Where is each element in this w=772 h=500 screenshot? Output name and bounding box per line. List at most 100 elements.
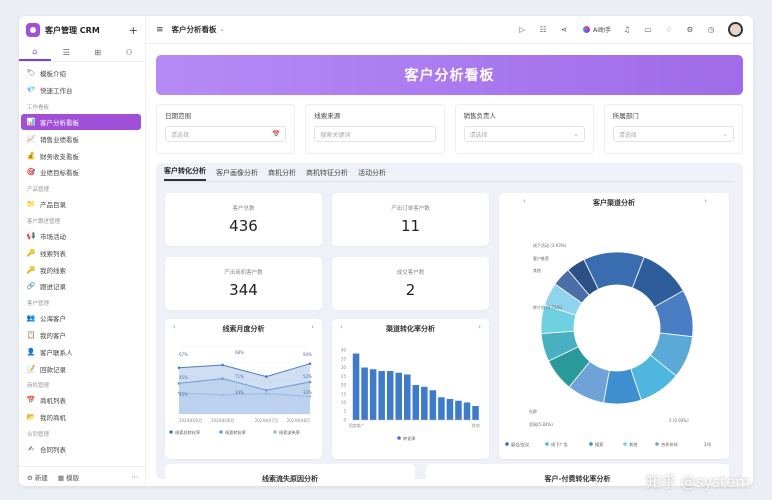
sidebar-item[interactable]: 📝 回款记录: [19, 360, 145, 377]
calendar-icon: 📅: [272, 130, 281, 138]
y-tick-label: 5: [343, 409, 346, 414]
sidebar-item[interactable]: 📁 产品目录: [19, 196, 145, 213]
sidebar-item[interactable]: 👥 公海客户: [19, 310, 145, 327]
next-arrow-icon[interactable]: ›: [311, 323, 314, 331]
tab-opportunity[interactable]: 商机分析: [268, 168, 296, 181]
new-button[interactable]: ⚙ 新建: [27, 472, 48, 482]
data-label: 33%: [303, 390, 312, 395]
menu-icon[interactable]: ≡: [156, 25, 164, 35]
bar: [386, 371, 394, 420]
home-icon[interactable]: ⌂: [19, 44, 51, 61]
data-label: 34%: [235, 390, 244, 395]
analysis-tabs: 客户转化分析 客户画像分析 商机分析 商机特征分析 活动分析: [164, 163, 735, 182]
list-icon[interactable]: ☰: [51, 44, 83, 61]
list-icon[interactable]: ☷: [538, 25, 548, 34]
data-label: 68%: [235, 350, 244, 355]
filter-sales-owner: 销售负责人 请选择 ⌄: [454, 104, 594, 154]
y-tick-label: 10: [341, 400, 347, 405]
tab-profile[interactable]: 客户画像分析: [216, 168, 258, 181]
sidebar-item-icon: 💎: [26, 86, 36, 95]
sidebar-item[interactable]: 📂 我的商机: [19, 409, 145, 426]
filter-label: 日期范围: [165, 112, 191, 120]
stat-value: 2: [405, 281, 416, 299]
grid-icon[interactable]: ⊞: [82, 44, 114, 61]
data-point: [265, 388, 268, 392]
legend-pagination: 1/4: [704, 442, 711, 448]
prev-arrow-icon[interactable]: ‹: [173, 323, 176, 331]
settings-icon[interactable]: ⚙: [685, 25, 695, 34]
sidebar-item-label: 回款记录: [40, 365, 66, 374]
sidebar-item[interactable]: 🔗 跟进记录: [19, 278, 145, 295]
legend-marker: [505, 442, 509, 446]
slice-annotation: 官网(5.83%): [529, 421, 553, 427]
prev-arrow-icon[interactable]: ‹: [340, 323, 343, 331]
sales-owner-select[interactable]: 请选择 ⌄: [463, 126, 585, 142]
sidebar-item[interactable]: ✍ 合同列表: [19, 441, 145, 458]
sidebar-item[interactable]: 🎯 业绩目标看板: [19, 164, 145, 181]
sidebar-item[interactable]: 💎 快速工作台: [19, 82, 145, 99]
legend-label: 展会/会议: [511, 441, 530, 448]
sidebar-item[interactable]: 📅 商机列表: [19, 392, 145, 409]
play-icon[interactable]: ▷: [517, 25, 527, 34]
x-tick-label: 2024年06月: [211, 417, 234, 423]
sidebar-item[interactable]: 📈 销售业绩看板: [19, 130, 145, 147]
x-tick-label: 2024年05月: [179, 417, 202, 423]
sidebar-item[interactable]: 📢 市场活动: [19, 228, 145, 245]
main-content: 客户分析看板 日期范围 请选择 📅 线索来源 搜索关键词 销售负责人 请选择 ⌄ 所…: [146, 44, 753, 486]
bell-icon[interactable]: ♢: [664, 25, 674, 34]
sidebar: 客户管理 CRM + ⌂ ☰ ⊞ ⚇ 🏷 模板介绍 💎 快速工作台 工作看板 📊 客户分析看…: [19, 16, 146, 486]
lead-source-input[interactable]: 搜索关键词: [314, 126, 436, 142]
stat-label: 产出商机客户数: [224, 270, 263, 276]
ai-assistant-button[interactable]: AI助手: [583, 25, 611, 34]
legend-marker: [273, 430, 277, 434]
tab-opportunity-features[interactable]: 商机特征分析: [306, 168, 348, 181]
y-tick-label: 15: [341, 391, 347, 396]
legend-marker: [545, 442, 549, 446]
bar: [395, 372, 402, 420]
slice-annotation: 社群: [529, 408, 537, 414]
more-icon[interactable]: ⋯: [132, 473, 139, 481]
headset-icon[interactable]: ♫: [622, 25, 632, 34]
avatar[interactable]: [728, 22, 743, 37]
prev-arrow-icon[interactable]: ‹: [523, 197, 526, 205]
app-name: 客户管理 CRM: [45, 25, 100, 35]
inbox-icon[interactable]: ▭: [643, 25, 653, 34]
sidebar-item-label: 快速工作台: [40, 87, 73, 96]
sidebar-item[interactable]: 🔑 线索列表: [19, 244, 145, 261]
users-icon[interactable]: ⚇: [114, 44, 146, 61]
bar-chart-card: ‹ › 渠道转化率分析 40 35 30 25 20 15 10 5 0 百度推广 其他 转化率: [332, 319, 489, 459]
legend-marker: [655, 442, 659, 446]
next-arrow-icon[interactable]: ›: [478, 323, 481, 331]
tab-activity[interactable]: 活动分析: [358, 168, 386, 181]
y-tick-label: 35: [341, 356, 347, 361]
data-point: [308, 362, 312, 365]
clock-icon[interactable]: ◷: [706, 25, 716, 34]
tab-conversion[interactable]: 客户转化分析: [164, 166, 206, 181]
department-select[interactable]: 请选择 ⌄: [612, 126, 734, 142]
template-button[interactable]: ▦ 模版: [58, 472, 79, 482]
sidebar-tabs: ⌂ ☰ ⊞ ⚇: [19, 44, 145, 62]
next-arrow-icon[interactable]: ›: [704, 197, 707, 205]
slice-annotation: 其他: [533, 267, 541, 273]
share-icon[interactable]: ⋖: [559, 25, 569, 34]
legend-label: 转化率: [403, 435, 416, 442]
line-chart-card: ‹ › 线索月度分析 67% 68% 94% 45% 71% 52% 35% 34% 33% 20…: [165, 319, 322, 459]
slice-annotation: 客户推荐: [533, 255, 549, 261]
sidebar-item[interactable]: 📊 客户分析看板: [21, 113, 141, 131]
chevron-down-icon[interactable]: ⌄: [220, 26, 225, 33]
data-label: 94%: [303, 352, 312, 357]
sidebar-item[interactable]: 🏷 模板介绍: [19, 65, 145, 82]
sidebar-item[interactable]: 💰 财务收支看板: [19, 147, 145, 164]
sidebar-item[interactable]: 🔑 我的线索: [19, 261, 145, 278]
stat-value: 344: [229, 281, 258, 299]
y-tick-label: 20: [341, 383, 347, 388]
plus-icon[interactable]: +: [129, 24, 138, 37]
sidebar-item-icon: 👤: [26, 347, 36, 356]
sidebar-item[interactable]: 👤 客户联系人: [19, 343, 145, 360]
legend-marker: [623, 442, 627, 446]
x-tick-label: 2024年07月: [255, 417, 278, 423]
date-range-select[interactable]: 请选择 📅: [165, 126, 287, 142]
chevron-down-icon: ⌄: [722, 130, 728, 138]
sidebar-group-label: 客户跟进管理: [27, 219, 61, 226]
sidebar-item[interactable]: 📋 我的客户: [19, 327, 145, 344]
